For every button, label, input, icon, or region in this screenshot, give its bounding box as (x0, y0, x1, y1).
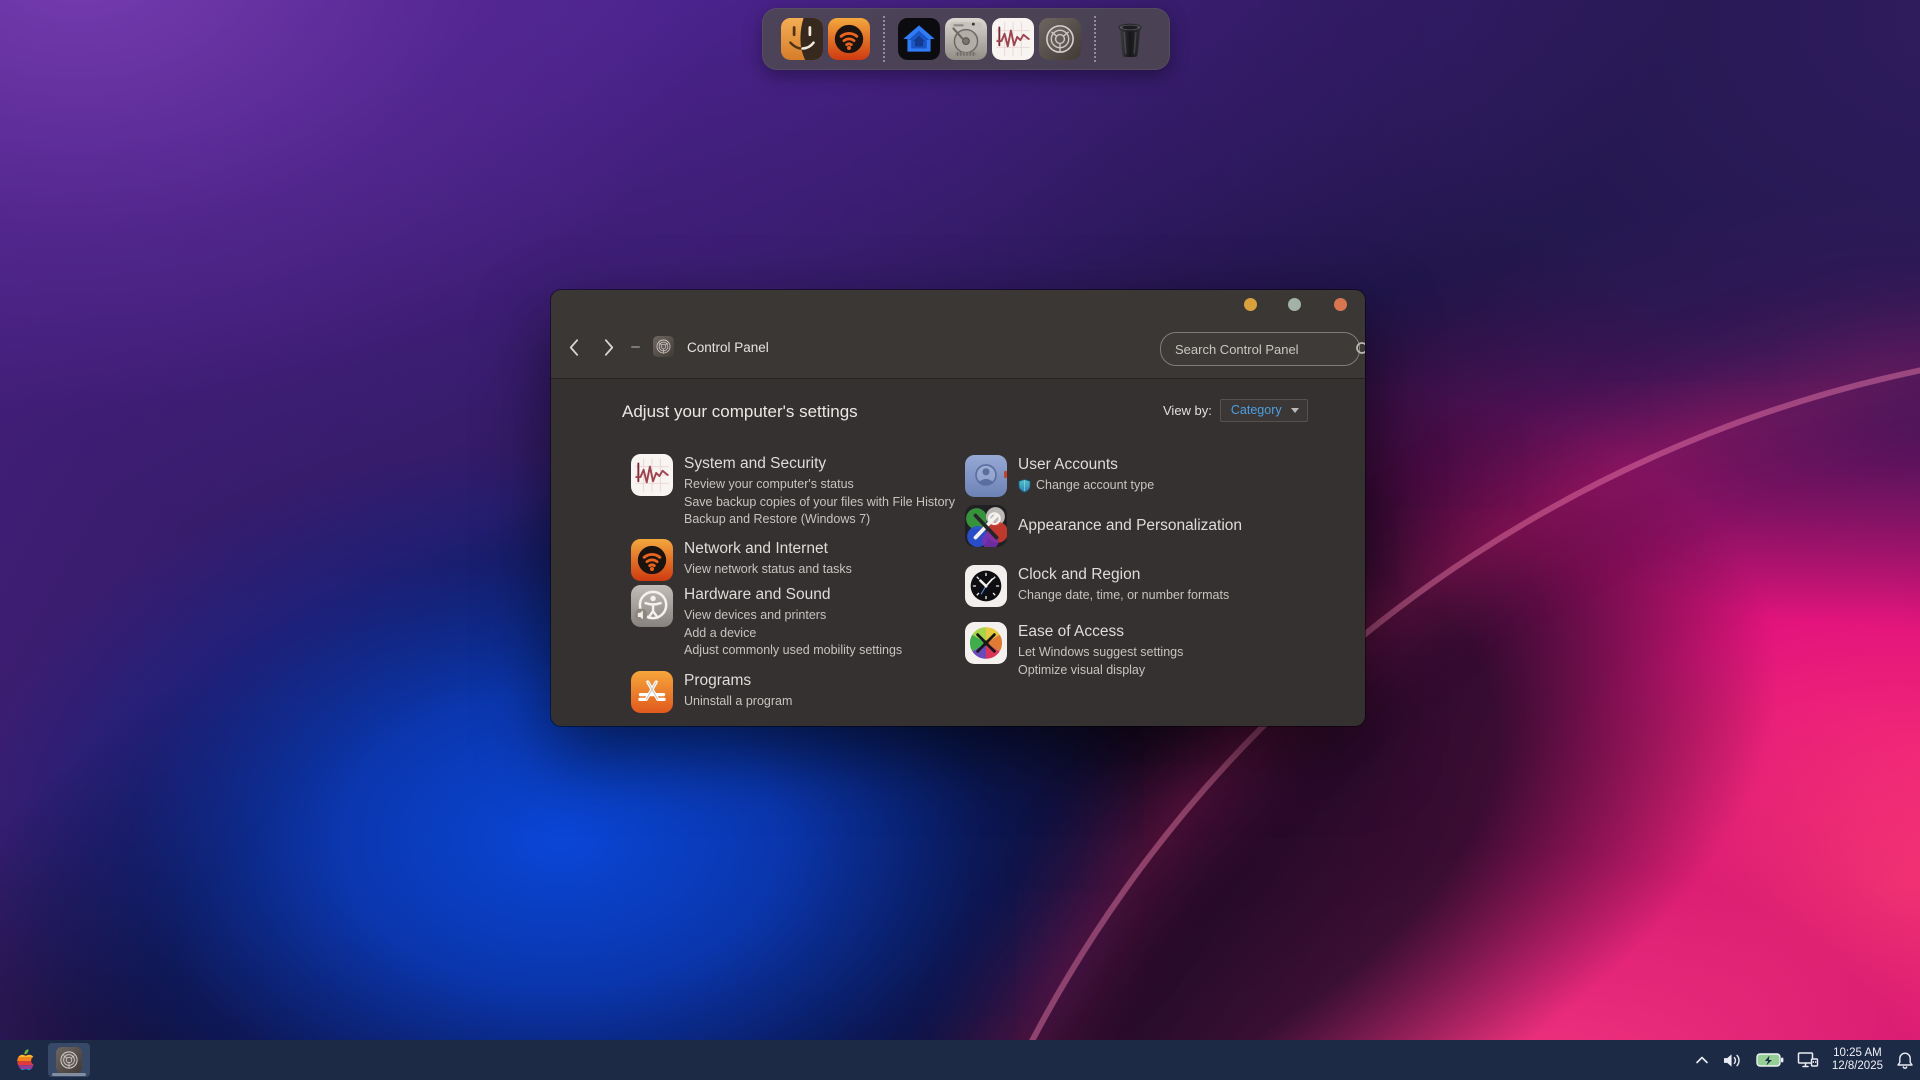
category-title[interactable]: Programs (684, 671, 792, 691)
category-link[interactable]: View network status and tasks (684, 561, 852, 579)
category-link[interactable]: Let Windows suggest settings (1018, 644, 1183, 662)
category-title[interactable]: User Accounts (1018, 455, 1154, 475)
category-link[interactable]: Backup and Restore (Windows 7) (684, 511, 955, 529)
clock-date: 12/8/2025 (1832, 1060, 1883, 1074)
search-input[interactable] (1161, 342, 1355, 357)
minimize-button[interactable] (1244, 298, 1257, 311)
category-link[interactable]: Uninstall a program (684, 693, 792, 711)
wifi-app-icon[interactable] (828, 18, 870, 60)
control-panel-icon (56, 1047, 82, 1073)
network-and-internet-icon[interactable] (631, 539, 673, 581)
activity-monitor-icon[interactable] (992, 18, 1034, 60)
category-link[interactable]: Optimize visual display (1018, 662, 1183, 680)
category-title[interactable]: Hardware and Sound (684, 585, 902, 605)
category-link[interactable]: Adjust commonly used mobility settings (684, 642, 902, 660)
clock-time: 10:25 AM (1832, 1047, 1883, 1061)
control-panel-window: Control Panel Adjust your computer's set… (551, 290, 1365, 726)
category-title[interactable]: Ease of Access (1018, 622, 1183, 642)
desktop: Control Panel Adjust your computer's set… (0, 0, 1920, 1080)
active-app-indicator (52, 1073, 86, 1076)
volume-icon[interactable] (1722, 1052, 1743, 1069)
notifications-bell-icon[interactable] (1896, 1051, 1914, 1069)
category-link[interactable]: Add a device (684, 625, 902, 643)
hardware-and-sound-icon[interactable] (631, 585, 673, 627)
category-title[interactable]: Appearance and Personalization (1018, 516, 1242, 536)
forward-button[interactable] (596, 334, 622, 360)
category-clock-and-region: Clock and Region Change date, time, or n… (965, 565, 1229, 607)
home-app-icon[interactable] (898, 18, 940, 60)
category-hardware-and-sound: Hardware and Sound View devices and prin… (631, 585, 902, 660)
zoom-button[interactable] (1288, 298, 1301, 311)
taskbar-clock[interactable]: 10:25 AM 12/8/2025 (1832, 1047, 1883, 1074)
category-link[interactable]: Change account type (1018, 477, 1154, 495)
system-settings-icon[interactable] (1039, 18, 1081, 60)
appearance-icon[interactable] (965, 505, 1007, 547)
system-tray: 10:25 AM 12/8/2025 (1695, 1040, 1914, 1080)
window-title: Control Panel (687, 340, 769, 355)
start-button[interactable] (12, 1047, 38, 1073)
dock-separator (1094, 16, 1096, 62)
category-network-and-internet: Network and Internet View network status… (631, 539, 852, 581)
system-and-security-icon[interactable] (631, 454, 673, 496)
window-toolbar: Control Panel (551, 290, 1365, 379)
view-by-control: View by: Category (1163, 399, 1308, 422)
category-system-and-security: System and Security Review your computer… (631, 454, 955, 529)
user-accounts-icon[interactable] (965, 455, 1007, 497)
category-link[interactable]: View devices and printers (684, 607, 902, 625)
close-button[interactable] (1334, 298, 1347, 311)
hard-drive-icon[interactable] (945, 18, 987, 60)
ease-of-access-icon[interactable] (965, 622, 1007, 664)
view-by-value: Category (1231, 403, 1282, 417)
finder-icon[interactable] (781, 18, 823, 60)
category-programs: Programs Uninstall a program (631, 671, 792, 713)
taskbar: 10:25 AM 12/8/2025 (0, 1040, 1920, 1080)
category-user-accounts: User Accounts Change account type (965, 455, 1154, 497)
category-title[interactable]: System and Security (684, 454, 955, 474)
recent-locations-button[interactable] (631, 346, 640, 348)
category-title[interactable]: Clock and Region (1018, 565, 1229, 585)
search-box (1160, 332, 1360, 366)
hidden-icons-chevron[interactable] (1695, 1055, 1709, 1065)
dock (762, 8, 1170, 70)
view-by-label: View by: (1163, 403, 1212, 418)
category-link[interactable]: Review your computer's status (684, 476, 955, 494)
page-title: Adjust your computer's settings (622, 402, 858, 422)
apple-logo-icon (12, 1047, 38, 1073)
chevron-down-icon (1291, 408, 1299, 413)
category-appearance-and-personalization: Appearance and Personalization (965, 505, 1242, 547)
network-icon[interactable] (1797, 1051, 1819, 1069)
category-ease-of-access: Ease of Access Let Windows suggest setti… (965, 622, 1183, 679)
programs-icon[interactable] (631, 671, 673, 713)
clock-and-region-icon[interactable] (965, 565, 1007, 607)
search-icon[interactable] (1355, 341, 1365, 358)
category-title[interactable]: Network and Internet (684, 539, 852, 559)
category-link[interactable]: Change date, time, or number formats (1018, 587, 1229, 605)
dock-separator (883, 16, 885, 62)
back-button[interactable] (560, 334, 586, 360)
trash-icon[interactable] (1109, 18, 1151, 60)
uac-shield-icon (1018, 479, 1031, 493)
taskbar-control-panel-button[interactable] (48, 1043, 90, 1077)
view-by-dropdown[interactable]: Category (1220, 399, 1308, 422)
category-link[interactable]: Save backup copies of your files with Fi… (684, 494, 955, 512)
control-panel-icon (653, 336, 674, 357)
battery-icon[interactable] (1756, 1053, 1784, 1067)
